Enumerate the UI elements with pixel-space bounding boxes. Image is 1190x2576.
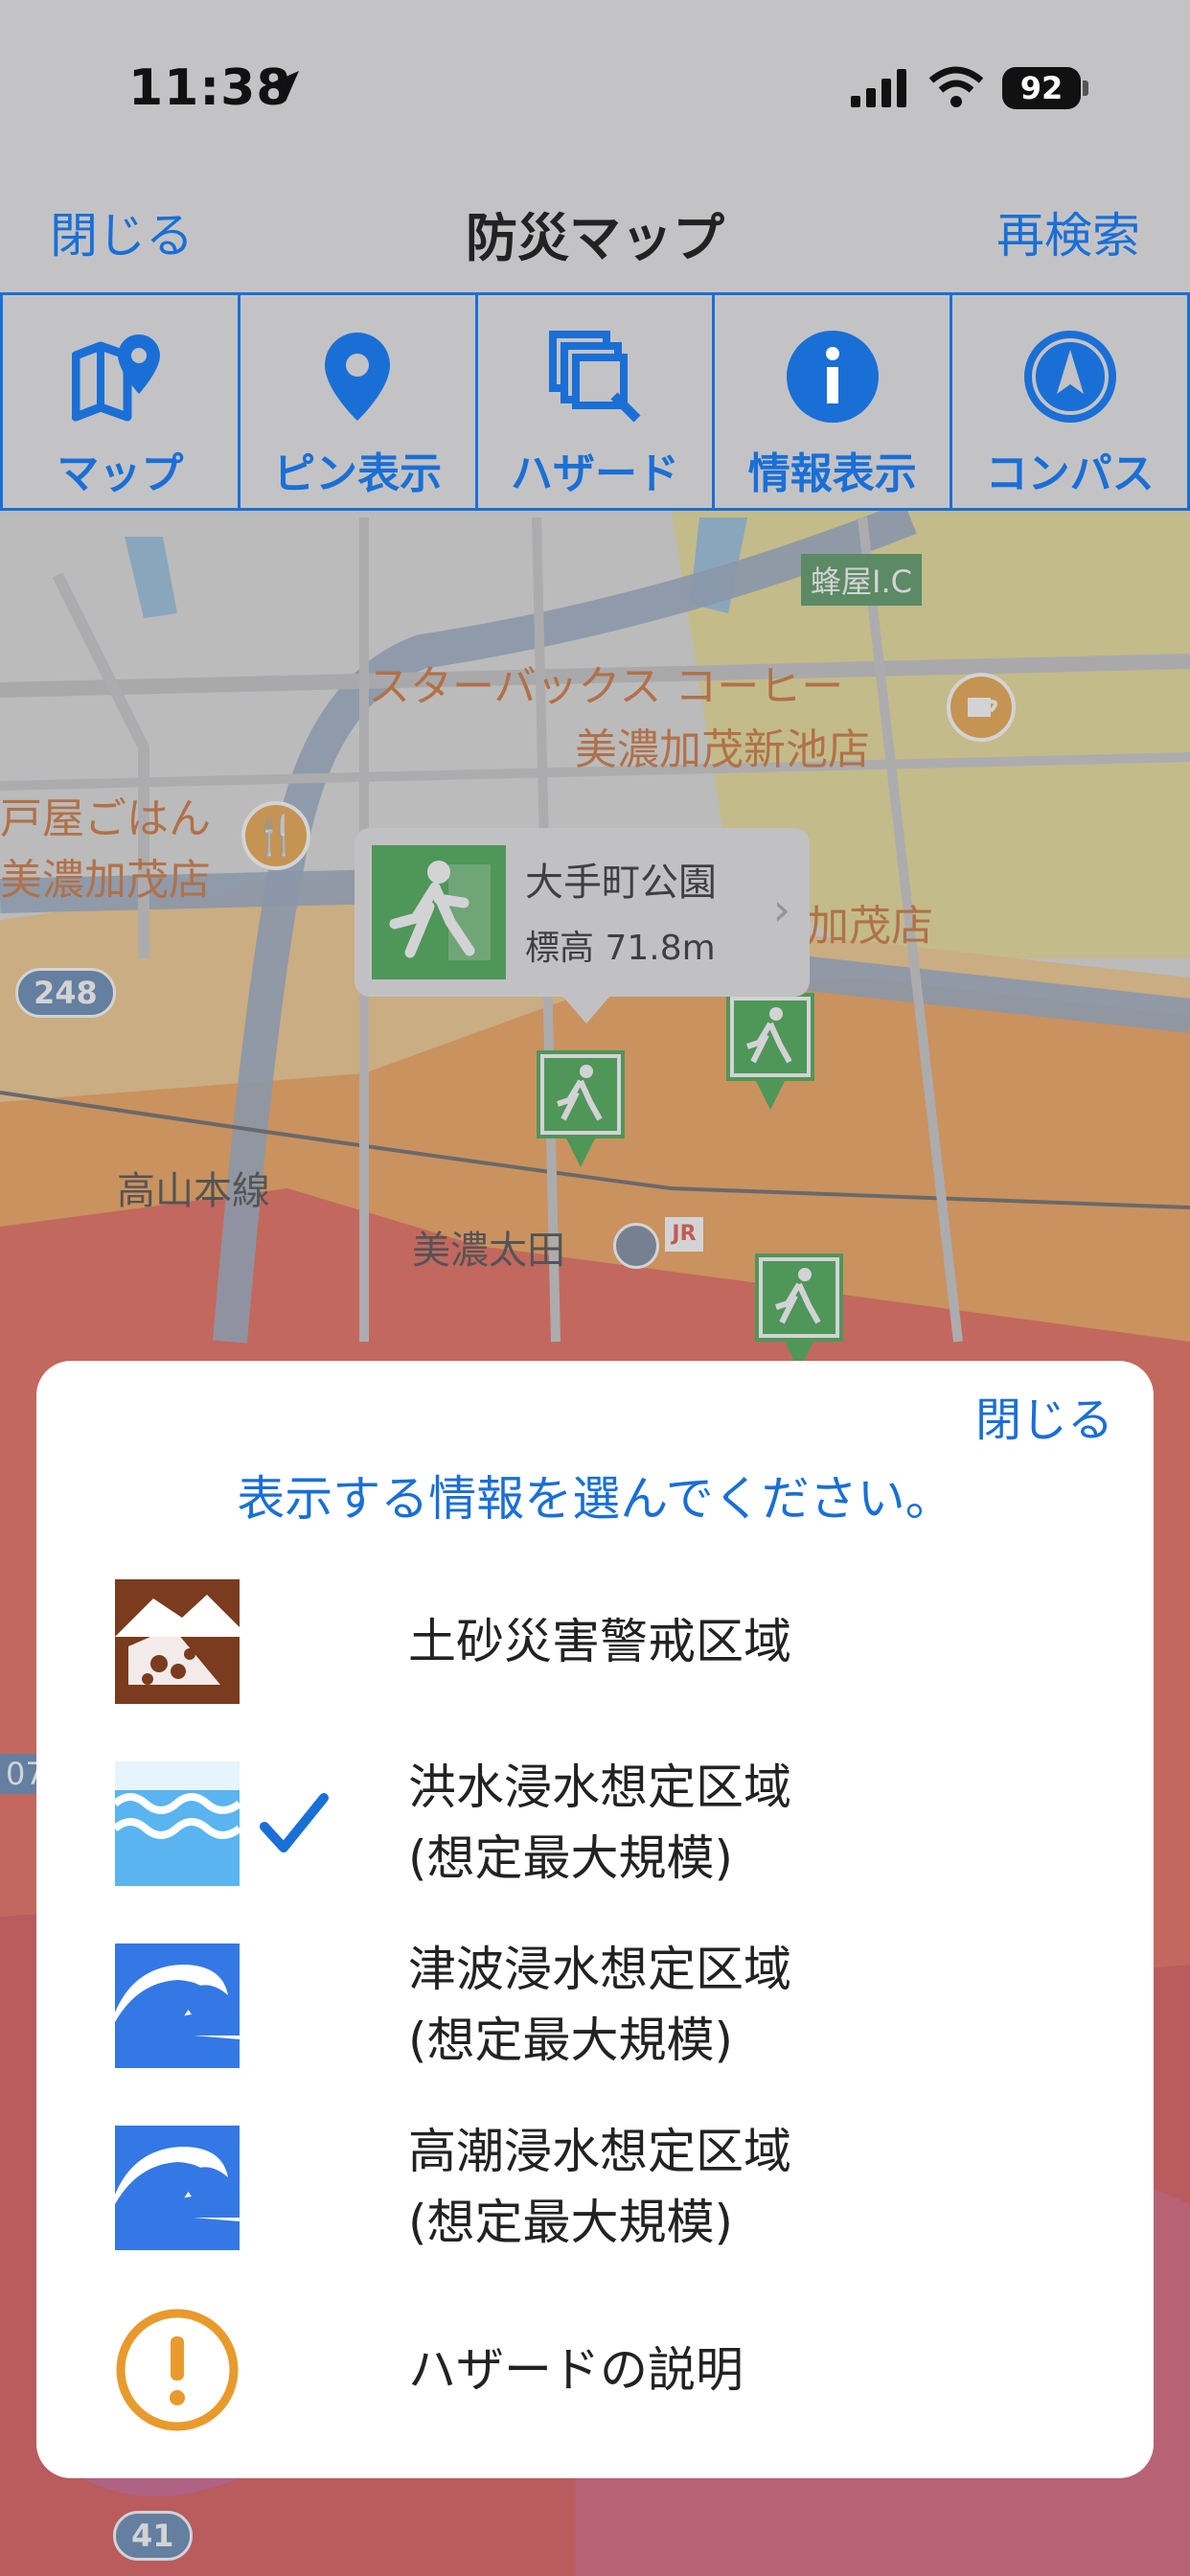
option-landslide-label: 土砂災害警戒区域: [408, 1614, 791, 1669]
toolbar-info-button[interactable]: 情報表示: [715, 295, 953, 508]
status-bar: 11:38 92: [0, 0, 1190, 172]
option-hazard-explanation[interactable]: ハザードの説明: [115, 2308, 1073, 2432]
compass-icon: [1022, 324, 1118, 429]
option-landslide[interactable]: 土砂災害警戒区域: [115, 1579, 1073, 1704]
info-icon: [785, 324, 881, 429]
option-tsunami[interactable]: 津波浸水想定区域 (想定最大規模): [115, 1942, 1073, 2068]
toolbar-info-label: 情報表示: [747, 449, 917, 498]
toolbar-hazard-label: ハザード: [510, 449, 679, 498]
option-storm-surge-label: 高潮浸水想定区域: [408, 2124, 791, 2179]
toolbar-pins-button[interactable]: ピン表示: [240, 295, 478, 508]
warning-icon: [115, 2308, 240, 2432]
battery-tip: [1083, 80, 1088, 96]
hazard-selection-sheet: 閉じる 表示する情報を選んでください。 土砂災害警戒区域 洪水浸水想定区域 (想定…: [36, 1361, 1154, 2478]
storm-surge-icon: [115, 2126, 240, 2250]
option-flood[interactable]: 洪水浸水想定区域 (想定最大規模): [112, 1760, 1073, 1886]
location-arrow-icon: [264, 67, 303, 109]
option-hazard-explanation-label: ハザードの説明: [408, 2342, 744, 2398]
checkmark-icon: [259, 1790, 330, 1861]
option-flood-label: 洪水浸水想定区域: [408, 1760, 791, 1815]
option-tsunami-label: 津波浸水想定区域: [408, 1942, 791, 1997]
flood-icon: [112, 1761, 242, 1886]
location-pin-icon: [319, 324, 396, 429]
option-storm-surge[interactable]: 高潮浸水想定区域 (想定最大規模): [115, 2124, 1073, 2250]
option-storm-surge-sublabel: (想定最大規模): [408, 2195, 734, 2250]
option-flood-sublabel: (想定最大規模): [408, 1830, 734, 1886]
toolbar-hazard-button[interactable]: ハザード: [478, 295, 716, 508]
toolbar-pins-label: ピン表示: [273, 449, 443, 498]
wifi-icon: [927, 65, 985, 113]
landslide-icon: [115, 1579, 240, 1704]
navigation-bar: 閉じる 防災マップ 再検索: [0, 172, 1190, 292]
hazard-layers-icon: [547, 324, 643, 429]
toolbar-map-button[interactable]: マップ: [0, 295, 240, 508]
sheet-prompt: 表示する情報を選んでください。: [237, 1471, 953, 1527]
map-pin-icon: [72, 324, 168, 429]
toolbar-map-label: マップ: [57, 449, 184, 498]
research-button[interactable]: 再検索: [996, 197, 1140, 266]
option-tsunami-sublabel: (想定最大規模): [408, 2012, 734, 2068]
sheet-close-button[interactable]: 閉じる: [975, 1382, 1113, 1449]
tsunami-icon: [115, 1944, 240, 2068]
toolbar-compass-label: コンパス: [985, 449, 1155, 498]
battery-icon: 92: [1002, 67, 1081, 109]
toolbar: マップ ピン表示 ハザード 情報表示 コンパス: [0, 292, 1190, 511]
toolbar-compass-button[interactable]: コンパス: [952, 295, 1190, 508]
cellular-signal-icon: [851, 69, 912, 111]
